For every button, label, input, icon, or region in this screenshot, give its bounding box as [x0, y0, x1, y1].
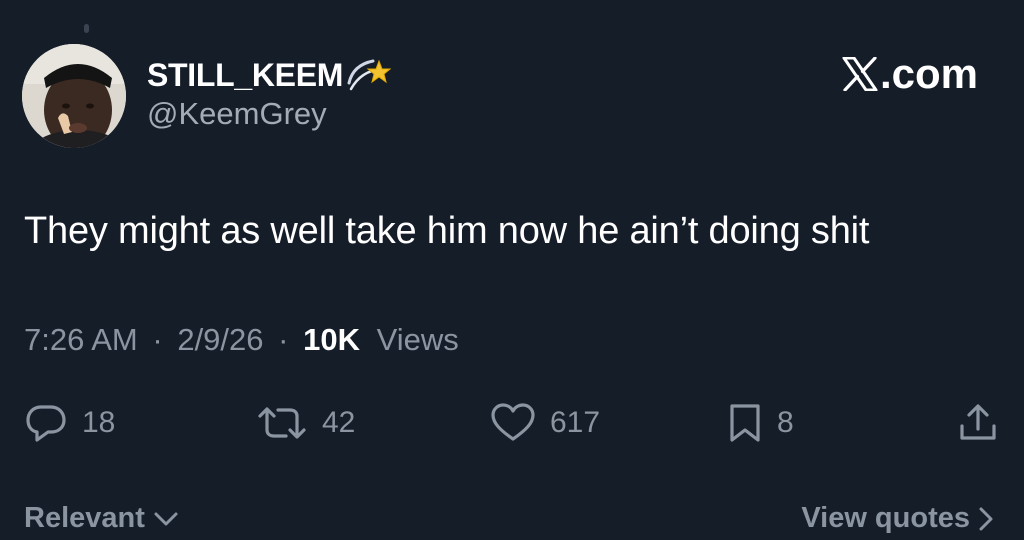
author-name-row[interactable]: STILL_KEEM [147, 52, 392, 98]
reply-icon [26, 405, 66, 442]
action-bar: 18 42 617 8 [0, 395, 1024, 451]
tweet-text: They might as well take him now he ain’t… [24, 210, 870, 252]
author-handle[interactable]: @KeemGrey [147, 96, 327, 132]
meta-separator: · [152, 322, 163, 357]
display-name[interactable]: STILL_KEEM [147, 57, 343, 94]
heart-icon [491, 403, 535, 441]
views-label[interactable]: Views [377, 322, 459, 357]
share-button[interactable] [958, 395, 998, 451]
repost-count: 42 [322, 406, 356, 439]
views-count[interactable]: 10K [303, 322, 360, 357]
repost-icon [258, 407, 306, 439]
chevron-right-icon [979, 507, 993, 530]
top-mark [84, 24, 89, 33]
view-quotes-label: View quotes [801, 502, 970, 534]
share-icon [960, 404, 996, 440]
replies-footer: Relevant View quotes [0, 500, 1024, 540]
avatar[interactable] [22, 44, 126, 148]
view-quotes-link[interactable]: View quotes [801, 502, 994, 535]
sort-label: Relevant [24, 502, 145, 534]
tweet-meta: 7:26 AM · 2/9/26 · 10K Views [24, 322, 459, 358]
repost-button[interactable]: 42 [256, 395, 355, 451]
like-button[interactable]: 617 [490, 395, 600, 451]
bookmark-icon [730, 404, 760, 442]
tweet-card: STILL_KEEM @KeemGrey .com They might as … [0, 0, 1024, 534]
chevron-down-icon [154, 512, 178, 525]
tweet-date[interactable]: 2/9/26 [177, 322, 263, 357]
tweet-time[interactable]: 7:26 AM [24, 322, 138, 357]
meta-separator: · [278, 322, 289, 357]
bookmark-button[interactable]: 8 [727, 395, 794, 451]
reply-button[interactable]: 18 [24, 395, 115, 451]
brand-logo: .com [842, 50, 978, 98]
x-logo-icon [842, 57, 878, 91]
brand-logo-text: .com [879, 50, 978, 97]
bookmark-count: 8 [777, 406, 794, 439]
sort-dropdown[interactable]: Relevant [24, 502, 179, 535]
reply-count: 18 [82, 406, 116, 439]
like-count: 617 [550, 406, 601, 439]
dizzy-star-icon [345, 53, 392, 98]
